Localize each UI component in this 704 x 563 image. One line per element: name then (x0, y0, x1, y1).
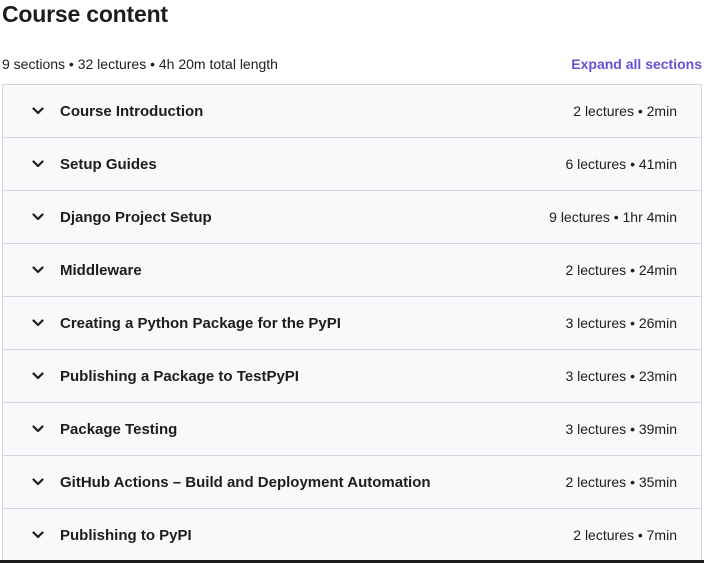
section-header[interactable]: Package Testing 3 lectures • 39min (3, 403, 701, 456)
section-meta: 3 lectures • 26min (565, 315, 677, 331)
section-header[interactable]: GitHub Actions – Build and Deployment Au… (3, 456, 701, 509)
section-header[interactable]: Middleware 2 lectures • 24min (3, 244, 701, 297)
course-summary: 9 sections • 32 lectures • 4h 20m total … (2, 56, 278, 72)
chevron-down-icon (31, 475, 45, 489)
section-title: Django Project Setup (60, 208, 212, 226)
expand-all-button[interactable]: Expand all sections (571, 56, 702, 72)
chevron-down-icon (31, 104, 45, 118)
section-header[interactable]: Publishing a Package to TestPyPI 3 lectu… (3, 350, 701, 403)
section-title: GitHub Actions – Build and Deployment Au… (60, 473, 431, 491)
chevron-down-icon (31, 369, 45, 383)
section-header[interactable]: Setup Guides 6 lectures • 41min (3, 138, 701, 191)
section-title: Package Testing (60, 420, 178, 438)
chevron-down-icon (31, 157, 45, 171)
section-meta: 3 lectures • 39min (565, 421, 677, 437)
page-title: Course content (2, 1, 168, 27)
section-meta: 3 lectures • 23min (565, 368, 677, 384)
sections-list: Course Introduction 2 lectures • 2min Se… (2, 84, 702, 562)
section-title: Setup Guides (60, 155, 157, 173)
chevron-down-icon (31, 422, 45, 436)
chevron-down-icon (31, 210, 45, 224)
section-title: Course Introduction (60, 102, 204, 120)
chevron-down-icon (31, 316, 45, 330)
course-content-page: Course content 9 sections • 32 lectures … (0, 0, 704, 563)
section-meta: 2 lectures • 24min (565, 262, 677, 278)
section-header[interactable]: Creating a Python Package for the PyPI 3… (3, 297, 701, 350)
section-meta: 2 lectures • 7min (573, 527, 677, 543)
section-header[interactable]: Course Introduction 2 lectures • 2min (3, 85, 701, 138)
chevron-down-icon (31, 263, 45, 277)
section-header[interactable]: Django Project Setup 9 lectures • 1hr 4m… (3, 191, 701, 244)
section-meta: 2 lectures • 2min (573, 103, 677, 119)
summary-row: 9 sections • 32 lectures • 4h 20m total … (2, 54, 702, 74)
section-header[interactable]: Publishing to PyPI 2 lectures • 7min (3, 509, 701, 562)
chevron-down-icon (31, 528, 45, 542)
section-title: Publishing to PyPI (60, 526, 192, 544)
section-title: Middleware (60, 261, 142, 279)
section-meta: 2 lectures • 35min (565, 474, 677, 490)
section-title: Publishing a Package to TestPyPI (60, 367, 299, 385)
section-meta: 6 lectures • 41min (565, 156, 677, 172)
section-title: Creating a Python Package for the PyPI (60, 314, 341, 332)
section-meta: 9 lectures • 1hr 4min (549, 209, 677, 225)
